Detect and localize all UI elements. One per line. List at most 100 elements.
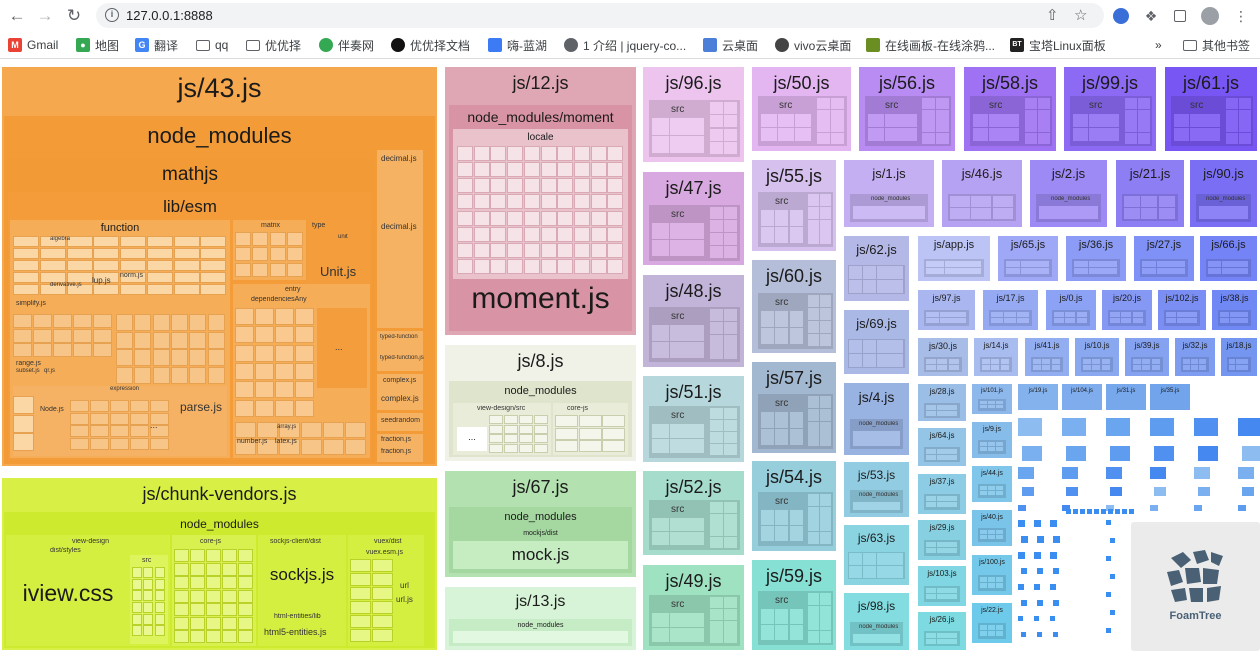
expression-module-tile[interactable] (110, 425, 129, 437)
module-group[interactable] (708, 205, 740, 261)
folder-lib-esm[interactable]: lib/esm function algebra simplify.js derivat… (8, 192, 372, 460)
bundle-js-54-js[interactable]: js/54.js src (752, 461, 836, 551)
locale-module-tile[interactable] (474, 146, 490, 161)
module-tile[interactable] (849, 553, 862, 565)
view-design-module-tile[interactable] (489, 425, 503, 434)
src-module-tile[interactable] (652, 223, 669, 239)
locale-module-tile[interactable] (524, 162, 540, 177)
module-tile[interactable] (982, 365, 990, 370)
entry-module-tile[interactable] (275, 381, 294, 398)
matrix-module-tile[interactable] (235, 232, 251, 246)
module-tile[interactable] (1242, 365, 1248, 370)
module-mock[interactable]: mock.js (453, 541, 628, 569)
module-group[interactable] (978, 440, 1006, 454)
module-tile[interactable] (1138, 98, 1150, 109)
module-tile[interactable] (710, 335, 723, 347)
module-group[interactable] (806, 591, 833, 645)
src-module-tile[interactable] (652, 613, 669, 627)
src-module-tile[interactable] (652, 118, 669, 135)
module-tile[interactable] (922, 121, 935, 132)
module-tile[interactable] (947, 411, 957, 416)
matrix-module-tile[interactable] (235, 263, 251, 277)
src-module-tile[interactable] (132, 590, 142, 601)
bundle-js-39-js[interactable]: js/39.js (1125, 338, 1169, 376)
module-tile[interactable] (1222, 268, 1235, 274)
src-module-tile[interactable] (143, 602, 153, 613)
locale-module-tile[interactable] (507, 211, 523, 226)
module-tile[interactable] (937, 502, 947, 507)
module-tile[interactable] (1001, 365, 1009, 370)
locale-module-tile[interactable] (541, 194, 557, 209)
src-module-tile[interactable] (670, 613, 687, 627)
module-tile[interactable] (1177, 318, 1187, 323)
small-chunk[interactable] (1037, 600, 1043, 606)
module-tile[interactable] (710, 220, 723, 232)
module-tile[interactable] (710, 142, 723, 154)
module-tile[interactable] (820, 232, 831, 244)
module-tile[interactable] (1142, 359, 1150, 364)
small-chunk[interactable] (1034, 584, 1040, 590)
bundle-js-97-js[interactable]: js/97.js (918, 290, 975, 330)
small-chunk[interactable] (1022, 446, 1042, 461)
vuex-module-tile[interactable] (372, 629, 393, 642)
entry-module-tile[interactable] (295, 326, 314, 343)
locale-module-tile[interactable] (490, 146, 506, 161)
locale-module-tile[interactable] (524, 178, 540, 193)
folder-locale[interactable]: locale (453, 129, 628, 279)
locale-module-tile[interactable] (541, 259, 557, 274)
folder-src[interactable]: src (758, 394, 807, 449)
locale-module-tile[interactable] (591, 211, 607, 226)
module-tile[interactable] (1039, 206, 1098, 219)
bundle-js-36-js[interactable]: js/36.js (1066, 236, 1126, 281)
folder-node-modules[interactable]: node_modules (1196, 194, 1251, 222)
small-chunk[interactable] (1034, 616, 1039, 621)
locale-module-tile[interactable] (457, 162, 473, 177)
module-tile[interactable] (724, 408, 737, 419)
src-module-tile[interactable] (687, 325, 704, 341)
src-module-tile[interactable] (1104, 114, 1119, 127)
corejs-module-tile[interactable] (190, 603, 205, 616)
function-module-tile[interactable] (147, 236, 173, 247)
module-tile[interactable] (1226, 121, 1238, 132)
src-module-tile[interactable] (687, 613, 704, 627)
module-tile[interactable] (922, 110, 935, 121)
module-tile[interactable] (996, 447, 1003, 451)
small-chunk[interactable] (1066, 509, 1071, 514)
module-tile[interactable] (808, 631, 819, 643)
corejs-module-tile[interactable] (174, 590, 189, 603)
module-tile[interactable] (1152, 365, 1160, 370)
bundle-js-48-js[interactable]: js/48.js src (643, 275, 744, 367)
module-tile[interactable] (808, 532, 819, 544)
function-module-tile[interactable] (53, 343, 72, 357)
corejs-module-tile[interactable] (602, 428, 625, 440)
module-tile[interactable] (1157, 268, 1171, 274)
module-group[interactable] (1227, 357, 1251, 372)
module-tile[interactable] (849, 340, 862, 353)
module-tile[interactable] (1133, 359, 1141, 364)
bundle-js-60-js[interactable]: js/60.js src (752, 260, 836, 353)
module-group[interactable] (924, 540, 960, 556)
bundle-js-96-js[interactable]: js/96.js src (643, 67, 744, 162)
small-chunk[interactable] (1050, 520, 1057, 527)
module-tile[interactable] (820, 396, 831, 408)
corejs-module-tile[interactable] (174, 563, 189, 576)
locale-module-tile[interactable] (490, 194, 506, 209)
folder-matrix[interactable]: matrix (233, 220, 306, 280)
module-tile[interactable] (724, 621, 737, 632)
function-module-tile[interactable] (73, 343, 92, 357)
view-design-module-tile[interactable] (519, 425, 533, 434)
locale-module-tile[interactable] (541, 243, 557, 258)
module-group[interactable] (978, 575, 1006, 591)
expression-module-tile[interactable] (90, 438, 109, 450)
module-group[interactable] (920, 96, 951, 146)
module-tile[interactable] (724, 502, 737, 513)
function-module-tile[interactable] (73, 314, 92, 328)
module-tile[interactable] (808, 494, 819, 506)
module-group[interactable] (1081, 357, 1113, 372)
src-module-tile[interactable] (761, 412, 774, 428)
function-module-tile[interactable] (189, 332, 206, 349)
entry-module-tile[interactable] (235, 400, 254, 417)
bundle-js-30-js[interactable]: js/30.js (918, 338, 968, 376)
bookmark-item[interactable]: BT 宝塔Linux面板 (1010, 37, 1106, 53)
folder-view-design[interactable]: view-design dist/styles iview.css src (6, 535, 170, 646)
